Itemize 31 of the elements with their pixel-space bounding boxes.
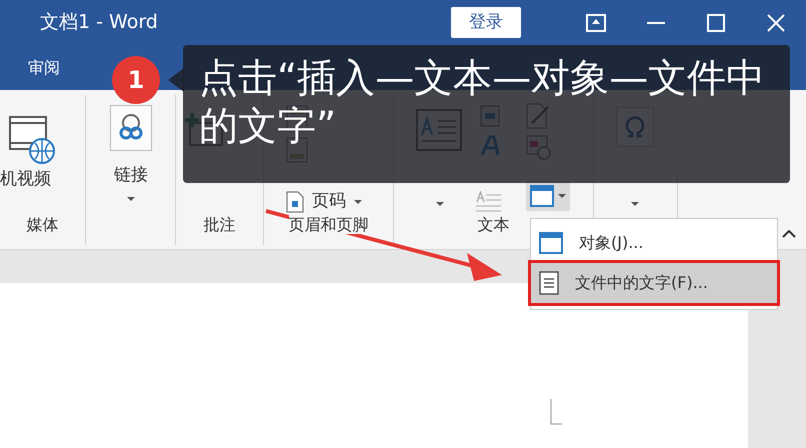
caret-icon — [436, 202, 444, 206]
ribbon-display-icon — [586, 14, 606, 32]
caret-icon — [631, 202, 639, 206]
maximize-icon — [707, 14, 725, 32]
callout-pointer — [168, 68, 184, 92]
document-lines-icon — [539, 271, 559, 295]
video-globe-icon — [8, 113, 56, 165]
window-icon — [539, 232, 563, 254]
collapse-ribbon-icon[interactable] — [782, 230, 796, 238]
window-icon — [530, 185, 554, 207]
menu-item[interactable]: 文件中的文字(F)... — [531, 263, 777, 303]
link-icon — [110, 105, 152, 151]
ribbon-tab[interactable]: 审阅 — [18, 48, 70, 88]
drop-cap-icon — [476, 191, 502, 213]
login-button[interactable]: 登录 — [451, 6, 521, 38]
minimize-icon — [647, 22, 665, 24]
object-dropdown-button[interactable] — [526, 181, 570, 211]
page-number-icon — [286, 190, 304, 213]
caret-icon — [354, 200, 362, 204]
group-label: 文本 — [478, 215, 510, 234]
close-icon — [767, 14, 785, 32]
page-number-button[interactable]: 页码 — [286, 189, 362, 214]
window-title: 文档1 - Word — [40, 10, 158, 36]
caret-icon — [127, 197, 135, 201]
group-label: 媒体 — [26, 215, 58, 234]
link-button[interactable]: 链接 — [114, 163, 148, 188]
crop-mark-icon — [550, 399, 562, 425]
group-label: 页眉和页脚 — [288, 215, 368, 234]
group-label: 批注 — [204, 215, 236, 234]
video-button[interactable]: 机视频 — [0, 167, 51, 192]
caret-icon — [558, 194, 566, 198]
